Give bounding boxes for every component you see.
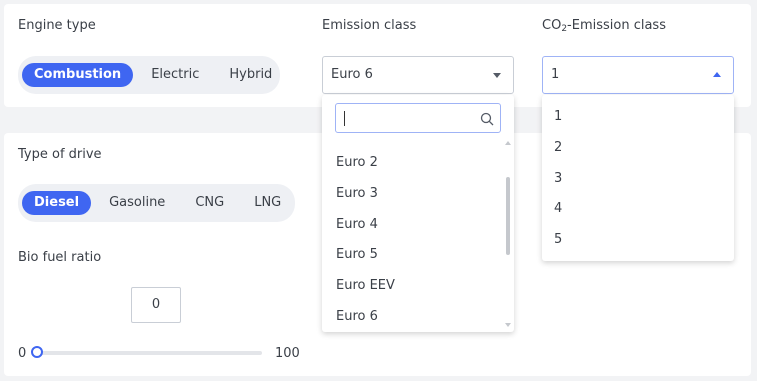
engine-type-label: Engine type [18,18,96,33]
co2-emission-class-select[interactable]: 1 [542,56,734,94]
emission-class-value: Euro 6 [331,67,373,82]
drive-type-segmented: Diesel Gasoline CNG LNG [18,184,295,222]
emission-option-euro-6[interactable]: Euro 6 [336,309,378,324]
drive-option-lng[interactable]: LNG [242,191,293,215]
emission-option-euro-3[interactable]: Euro 3 [336,186,378,201]
engine-option-combustion[interactable]: Combustion [22,63,134,87]
engine-type-segmented: Combustion Electric Hybrid [18,56,280,94]
drive-option-cng[interactable]: CNG [183,191,236,215]
engine-option-hybrid[interactable]: Hybrid [217,63,284,87]
co2-emission-class-value: 1 [551,67,560,82]
engine-option-electric[interactable]: Electric [139,63,211,87]
scroll-up-arrow-icon[interactable] [505,141,511,145]
slider-min-label: 0 [18,346,27,361]
emission-option-euro-5[interactable]: Euro 5 [336,247,378,262]
co2-option-4[interactable]: 4 [554,201,562,216]
drive-option-gasoline[interactable]: Gasoline [97,191,177,215]
type-of-drive-label: Type of drive [18,147,102,162]
co2-emission-class-label: CO2-Emission class [542,18,666,34]
search-icon [480,112,494,126]
emission-option-euro-4[interactable]: Euro 4 [336,217,378,232]
co2-option-2[interactable]: 2 [554,140,562,155]
bio-fuel-slider-track[interactable] [32,351,262,355]
emission-class-select[interactable]: Euro 6 [322,56,514,94]
emission-option-euro-eev[interactable]: Euro EEV [336,278,395,293]
scroll-down-arrow-icon[interactable] [505,323,511,327]
emission-option-euro-2[interactable]: Euro 2 [336,155,378,170]
emission-class-label: Emission class [322,18,417,33]
drive-option-diesel[interactable]: Diesel [22,191,92,215]
co2-option-3[interactable]: 3 [554,171,562,186]
co2-emission-class-dropdown: 1 2 3 4 5 [542,95,734,261]
chevron-up-icon [713,72,721,77]
co2-option-1[interactable]: 1 [554,109,562,124]
bio-fuel-ratio-label: Bio fuel ratio [18,250,102,265]
emission-class-dropdown: Euro 2 Euro 3 Euro 4 Euro 5 Euro EEV Eur… [322,95,514,332]
bio-fuel-ratio-input[interactable]: 0 [131,287,181,323]
bio-fuel-slider-handle[interactable] [31,346,43,358]
co2-option-5[interactable]: 5 [554,232,562,247]
emission-dropdown-scrollbar[interactable] [505,141,511,329]
chevron-down-icon [493,73,501,78]
emission-search-input[interactable] [335,103,501,133]
slider-max-label: 100 [275,346,300,361]
scroll-thumb[interactable] [506,177,510,255]
text-cursor [344,111,345,126]
